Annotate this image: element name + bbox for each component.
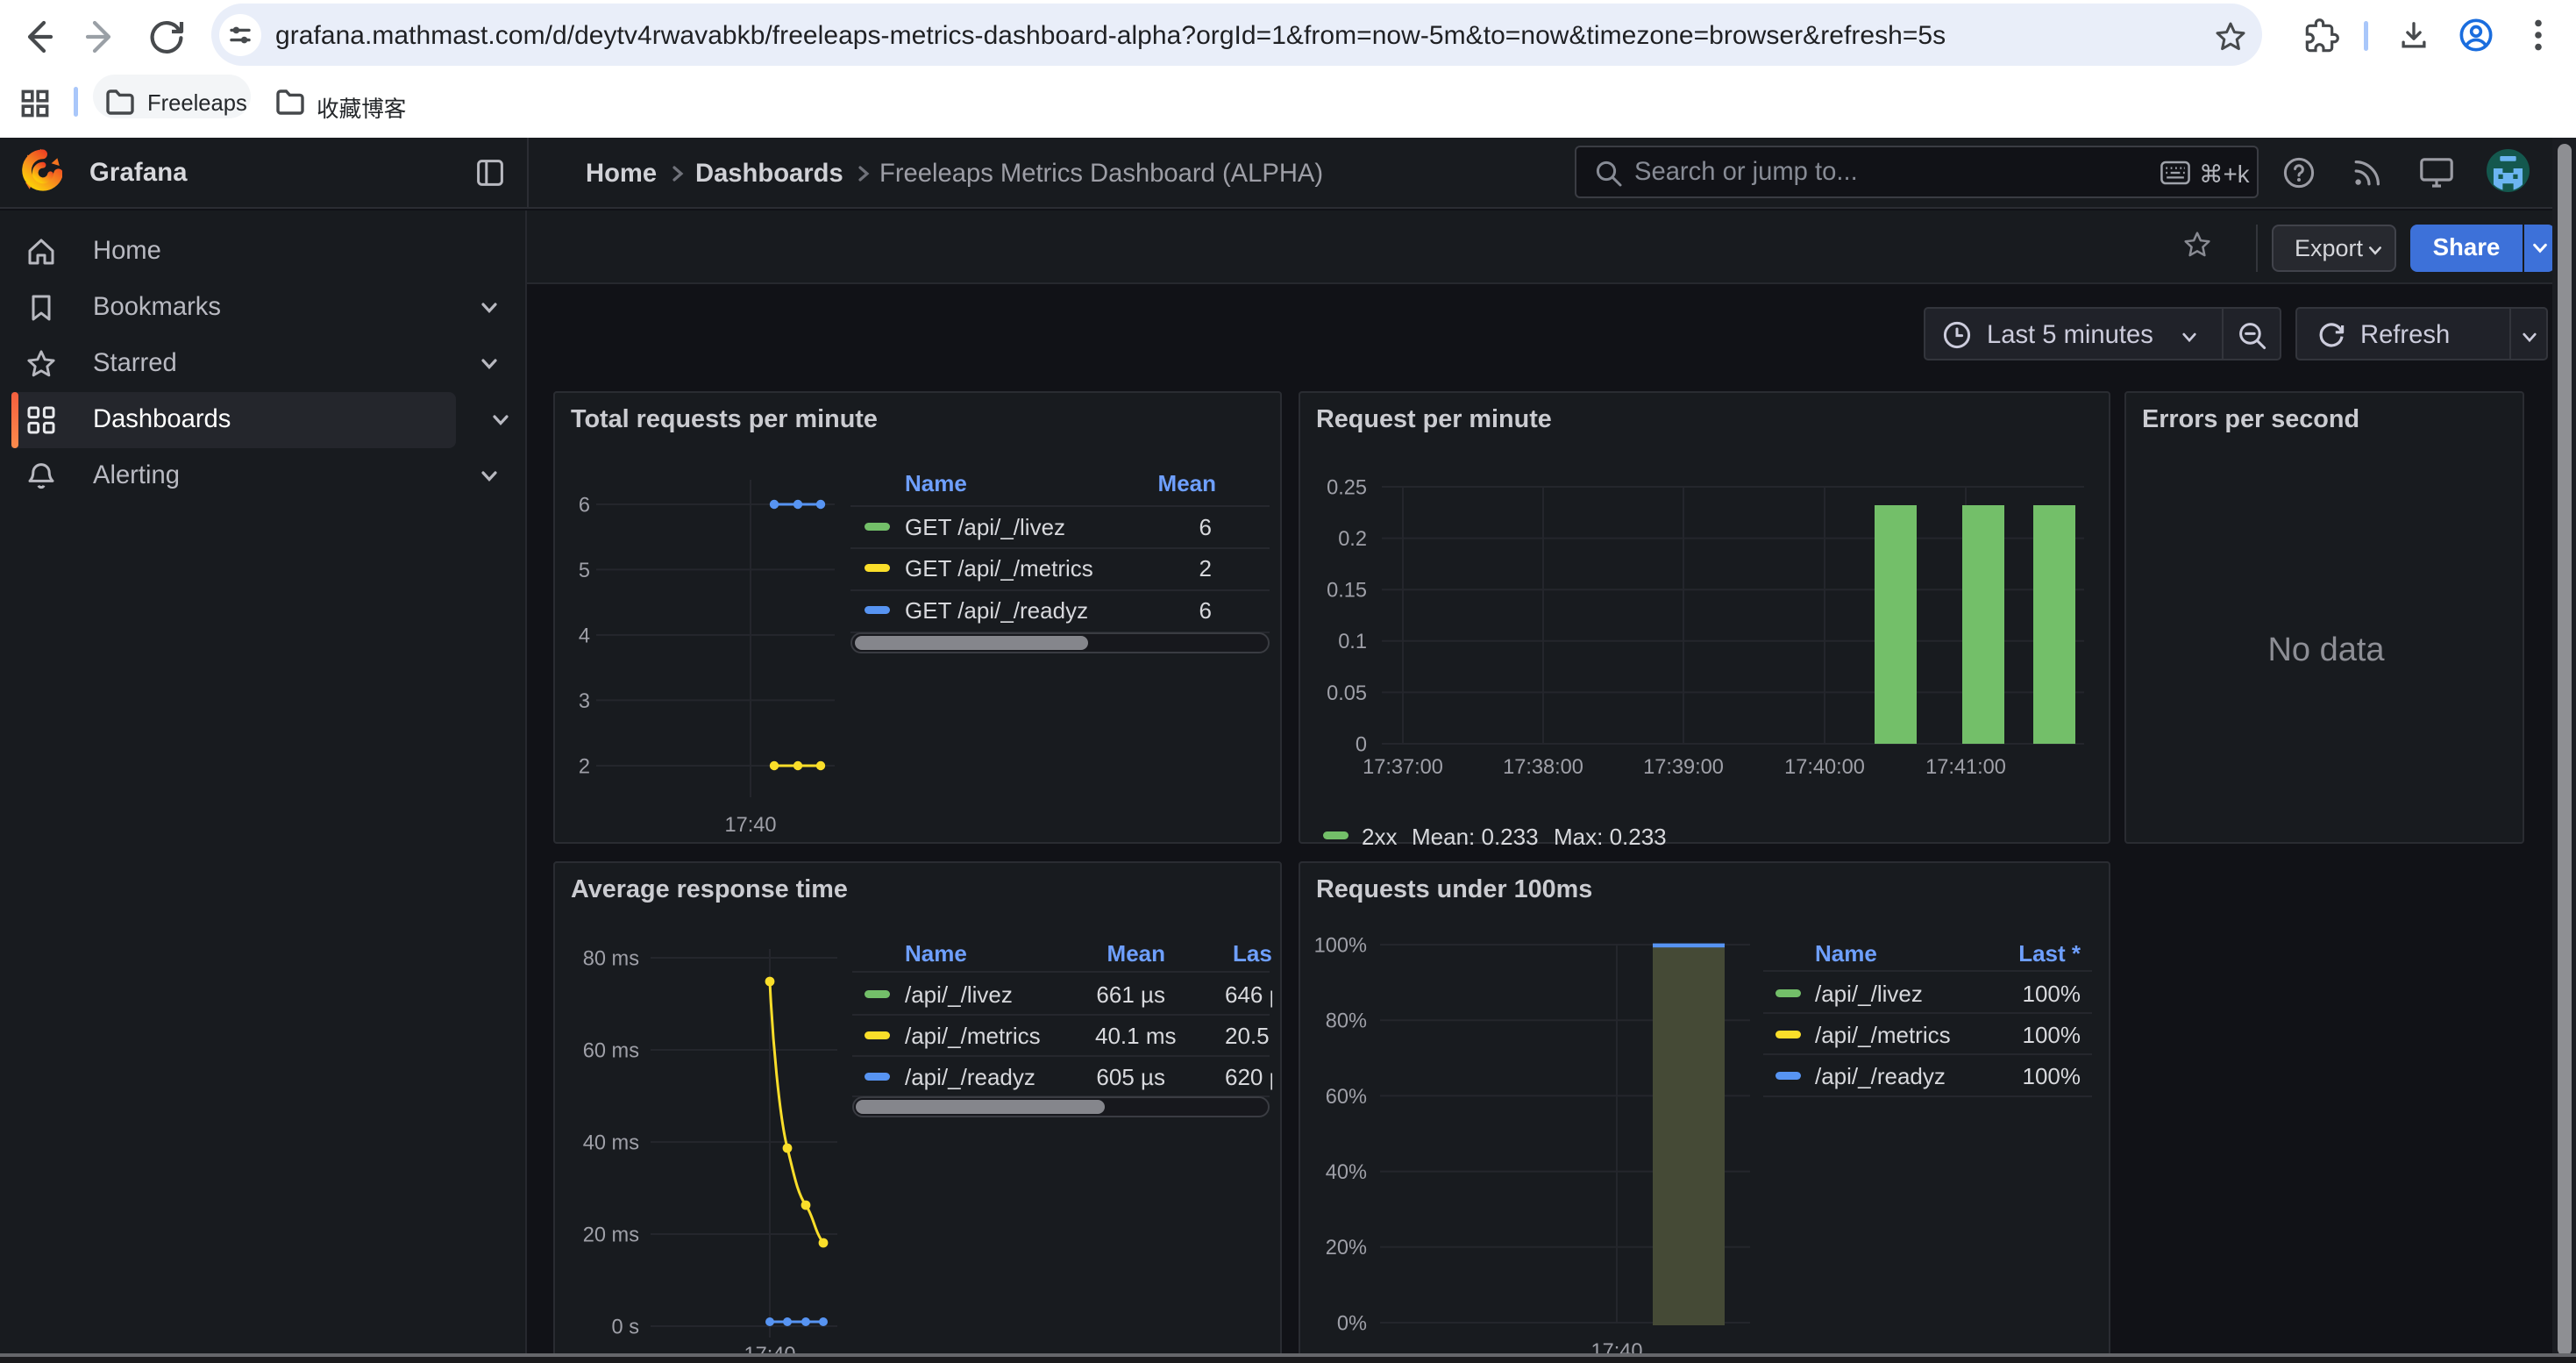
svg-text:60 ms: 60 ms [583, 1039, 639, 1062]
svg-text:17:39:00: 17:39:00 [1643, 756, 1724, 779]
svg-text:0.15: 0.15 [1327, 580, 1367, 603]
svg-text:4: 4 [579, 624, 590, 647]
svg-text:0 s: 0 s [612, 1316, 639, 1338]
svg-text:5: 5 [579, 560, 590, 582]
svg-text:0.1: 0.1 [1338, 631, 1367, 653]
svg-text:40 ms: 40 ms [583, 1131, 639, 1154]
svg-text:2: 2 [579, 755, 590, 778]
svg-text:0.05: 0.05 [1327, 682, 1367, 705]
svg-text:17:41:00: 17:41:00 [1925, 756, 2006, 779]
svg-text:80 ms: 80 ms [583, 947, 639, 970]
svg-text:0.25: 0.25 [1327, 476, 1367, 499]
svg-text:3: 3 [579, 690, 590, 713]
svg-text:40%: 40% [1326, 1161, 1367, 1184]
svg-text:80%: 80% [1326, 1010, 1367, 1033]
svg-text:17:40:00: 17:40:00 [1784, 756, 1865, 779]
svg-text:60%: 60% [1326, 1086, 1367, 1109]
svg-text:17:40: 17:40 [724, 814, 776, 837]
svg-text:0.2: 0.2 [1338, 528, 1367, 551]
svg-text:17:38:00: 17:38:00 [1503, 756, 1583, 779]
svg-text:100%: 100% [1314, 934, 1367, 957]
svg-text:20 ms: 20 ms [583, 1224, 639, 1246]
svg-text:17:37:00: 17:37:00 [1363, 756, 1443, 779]
svg-text:0%: 0% [1337, 1312, 1367, 1335]
svg-text:6: 6 [579, 494, 590, 517]
svg-text:20%: 20% [1326, 1237, 1367, 1260]
svg-text:0: 0 [1356, 733, 1367, 756]
